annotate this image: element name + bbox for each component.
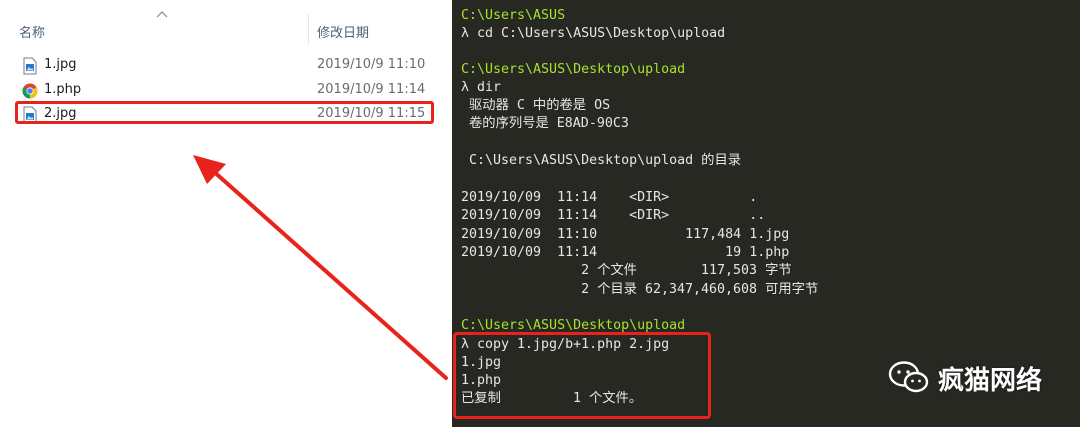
chrome-icon xyxy=(22,83,38,99)
sort-ascending-icon[interactable] xyxy=(156,10,168,18)
file-name: 1.php xyxy=(44,82,82,97)
watermark: 疯猫网络 xyxy=(888,360,1042,396)
terminal-line: C:\Users\ASUS\Desktop\upload 的目录 xyxy=(461,153,742,168)
column-divider[interactable] xyxy=(308,14,309,44)
file-date: 2019/10/9 11:10 xyxy=(317,57,426,72)
terminal-line: 2 个目录 62,347,460,608 可用字节 xyxy=(461,282,819,297)
highlight-box-new-file xyxy=(15,101,434,124)
terminal-line: 2019/10/09 11:10 117,484 1.jpg xyxy=(461,227,790,242)
watermark-text: 疯猫网络 xyxy=(938,365,1043,396)
file-row-1-php[interactable]: 1.php 2019/10/9 11:14 xyxy=(0,78,452,103)
highlight-box-copy-command xyxy=(453,332,711,419)
file-explorer-pane: 名称 修改日期 1.jpg 2019/10/9 11:10 1.php 2019… xyxy=(0,0,452,427)
file-name: 1.jpg xyxy=(44,57,77,72)
terminal-line: 2019/10/09 11:14 19 1.php xyxy=(461,245,790,260)
column-header-date-modified[interactable]: 修改日期 xyxy=(317,22,369,41)
wechat-icon xyxy=(888,361,929,393)
terminal-line: 2 个文件 117,503 字节 xyxy=(461,263,792,278)
terminal-line: λ dir xyxy=(461,80,502,95)
terminal-line: 驱动器 C 中的卷是 OS xyxy=(461,98,611,113)
terminal-line: 卷的序列号是 E8AD-90C3 xyxy=(461,116,629,131)
file-date: 2019/10/9 11:14 xyxy=(317,82,426,97)
terminal-line: C:\Users\ASUS\Desktop\upload xyxy=(461,62,686,77)
terminal-line: C:\Users\ASUS xyxy=(461,8,566,23)
file-row-1-jpg[interactable]: 1.jpg 2019/10/9 11:10 xyxy=(0,53,452,78)
terminal-line: λ cd C:\Users\ASUS\Desktop\upload xyxy=(461,26,726,41)
terminal-line: 2019/10/09 11:14 <DIR> .. xyxy=(461,208,766,223)
column-header-name[interactable]: 名称 xyxy=(19,22,45,41)
terminal-line: 2019/10/09 11:14 <DIR> . xyxy=(461,190,758,205)
jpg-file-icon xyxy=(23,57,37,75)
